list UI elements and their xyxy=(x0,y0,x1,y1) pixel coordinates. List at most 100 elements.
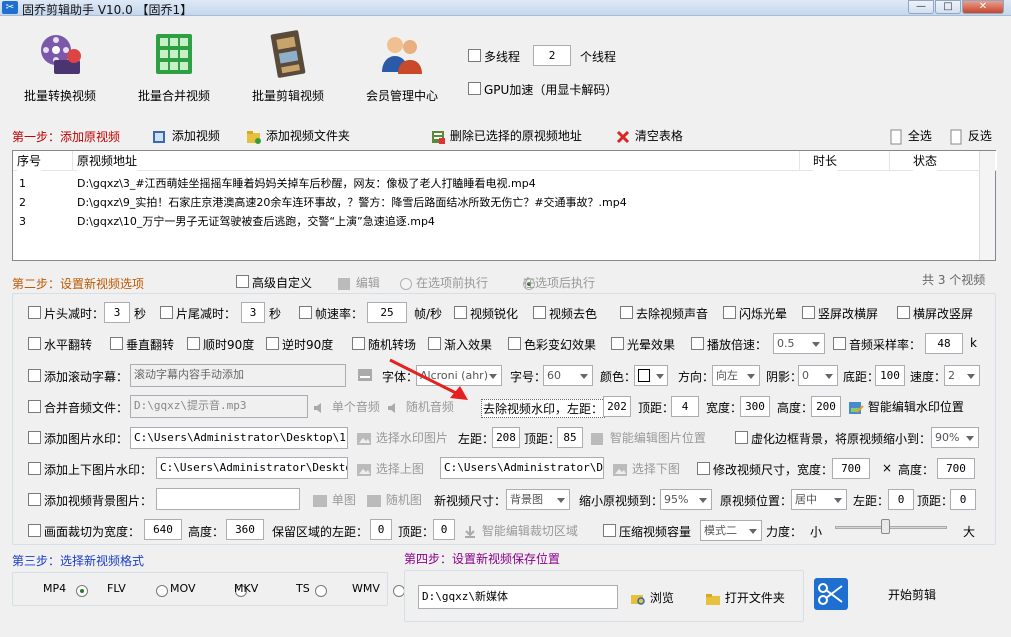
new-size-select[interactable]: 背景图 xyxy=(506,489,570,510)
maximize-button[interactable]: □ xyxy=(935,0,961,14)
bottom-input[interactable]: 100 xyxy=(875,365,905,386)
image-wm-checkbox[interactable] xyxy=(28,431,41,444)
compress-mode-select[interactable]: 模式二 xyxy=(700,520,762,541)
fps-input[interactable]: 25 xyxy=(367,302,407,323)
smart-crop-button[interactable]: 智能编辑裁切区域 xyxy=(462,522,578,540)
down-image-path[interactable]: C:\Users\Administrator\Desk xyxy=(440,457,604,479)
wm-height-input[interactable]: 200 xyxy=(811,396,841,417)
wm-left-input[interactable]: 202 xyxy=(603,396,631,417)
resize-width-input[interactable]: 700 xyxy=(832,458,870,479)
resize-height-input[interactable]: 700 xyxy=(937,458,975,479)
updown-wm-checkbox[interactable] xyxy=(28,462,41,475)
blur-scale-select[interactable]: 90% xyxy=(931,427,979,448)
up-image-path[interactable]: C:\Users\Administrator\Desktop\i xyxy=(156,457,348,479)
bg-top-input[interactable]: 0 xyxy=(950,489,976,510)
color-fx-checkbox[interactable] xyxy=(508,337,521,350)
color-picker[interactable] xyxy=(634,365,668,386)
edit-button[interactable]: 编辑 xyxy=(336,274,380,292)
h2v-checkbox[interactable] xyxy=(897,306,910,319)
img-left-input[interactable]: 208 xyxy=(492,427,520,448)
browse-button[interactable]: 浏览 xyxy=(630,589,674,607)
crop-width-input[interactable]: 640 xyxy=(144,519,182,540)
flash-checkbox[interactable] xyxy=(723,306,736,319)
resize-checkbox[interactable] xyxy=(697,462,710,475)
position-select[interactable]: 居中 xyxy=(791,489,847,510)
scroll-sub-input[interactable]: 滚动字幕内容手动添加 xyxy=(130,364,346,387)
invert-select-button[interactable]: 反选 xyxy=(948,127,992,145)
size-select[interactable]: 60 xyxy=(543,365,593,386)
sample-rate-input[interactable]: 48 xyxy=(925,333,963,354)
random-trans-checkbox[interactable] xyxy=(352,337,365,350)
pick-up-image-button[interactable]: 选择上图 xyxy=(356,460,424,478)
format-radio-mkv[interactable] xyxy=(314,584,327,597)
scroll-sub-checkbox[interactable] xyxy=(28,369,41,382)
batch-merge-button[interactable]: 批量合并视频 xyxy=(124,30,224,104)
rot-ccw-checkbox[interactable] xyxy=(266,337,279,350)
video-table[interactable]: 序号 原视频地址 时长 状态 1 D:\gqxz\3_#江西萌娃坐摇摇车睡着妈妈… xyxy=(12,150,997,261)
open-folder-button[interactable]: 打开文件夹 xyxy=(705,589,785,607)
wm-top-input[interactable]: 4 xyxy=(671,396,699,417)
thread-count-input[interactable]: 2 xyxy=(533,45,571,66)
pick-wm-image-button[interactable]: 选择水印图片 xyxy=(356,429,448,447)
direction-select[interactable]: 向左 xyxy=(712,365,760,386)
batch-convert-button[interactable]: 批量转换视频 xyxy=(10,30,110,104)
format-radio-mp4[interactable] xyxy=(76,584,89,597)
minimize-button[interactable]: — xyxy=(908,0,934,14)
pick-down-image-button[interactable]: 选择下图 xyxy=(612,460,680,478)
remove-audio-checkbox[interactable] xyxy=(620,306,633,319)
advanced-checkbox[interactable] xyxy=(236,275,249,288)
add-video-button[interactable]: 添加视频 xyxy=(152,127,220,145)
vflip-checkbox[interactable] xyxy=(110,337,123,350)
bg-image-path[interactable] xyxy=(156,488,300,510)
bg-image-checkbox[interactable] xyxy=(28,493,41,506)
merge-audio-checkbox[interactable] xyxy=(28,400,41,413)
table-scrollbar[interactable] xyxy=(979,151,995,260)
rot90-checkbox[interactable] xyxy=(187,337,200,350)
smart-img-pos-button[interactable]: 智能编辑图片位置 xyxy=(590,429,706,447)
delete-selected-button[interactable]: 删除已选择的原视频地址 xyxy=(430,127,582,145)
blur-bg-checkbox[interactable] xyxy=(735,431,748,444)
single-image-button[interactable]: 单图 xyxy=(312,491,356,509)
smart-watermark-button[interactable]: 智能编辑水印位置 xyxy=(848,398,964,416)
shadow-select[interactable]: 0 xyxy=(798,365,838,386)
start-edit-icon-button[interactable] xyxy=(814,578,848,610)
compress-slider-track[interactable] xyxy=(835,526,947,529)
speed-select[interactable]: 0.5 xyxy=(773,333,825,354)
img-top-input[interactable]: 85 xyxy=(557,427,583,448)
close-button[interactable]: ✕ xyxy=(962,0,1004,14)
table-row[interactable]: 2 D:\gqxz\9_实拍！石家庄京港澳高速20余车连环事故，？警方：降雪后路… xyxy=(13,194,979,212)
before-radio[interactable] xyxy=(400,277,412,290)
table-row[interactable]: 3 D:\gqxz\10_万宁一男子无证驾驶被查后逃跑，交警“上演”急速追逐.m… xyxy=(13,213,979,231)
halo-checkbox[interactable] xyxy=(611,337,624,350)
image-wm-path[interactable]: C:\Users\Administrator\Desktop\111.j xyxy=(130,427,348,449)
start-edit-button[interactable]: 开始剪辑 xyxy=(888,586,936,603)
multithread-checkbox[interactable] xyxy=(468,49,481,62)
decolor-checkbox[interactable] xyxy=(533,306,546,319)
compress-checkbox[interactable] xyxy=(603,524,616,537)
random-image-button[interactable]: 随机图 xyxy=(366,491,422,509)
head-cut-checkbox[interactable] xyxy=(28,306,41,319)
v2h-checkbox[interactable] xyxy=(802,306,815,319)
shrink-select[interactable]: 95% xyxy=(660,489,712,510)
bg-left-input[interactable]: 0 xyxy=(888,489,914,510)
compress-slider-thumb[interactable] xyxy=(881,519,890,534)
speed-checkbox[interactable] xyxy=(691,337,704,350)
select-all-button[interactable]: 全选 xyxy=(888,127,932,145)
crop-height-input[interactable]: 360 xyxy=(226,519,264,540)
format-radio-flv[interactable] xyxy=(156,584,169,597)
tail-cut-checkbox[interactable] xyxy=(160,306,173,319)
member-center-button[interactable]: 会员管理中心 xyxy=(352,30,452,104)
table-row[interactable]: 1 D:\gqxz\3_#江西萌娃坐摇摇车睡着妈妈关掉车后秒醒，网友：像极了老人… xyxy=(13,175,979,193)
save-path-input[interactable]: D:\gqxz\新媒体 xyxy=(418,585,618,609)
add-folder-button[interactable]: 添加视频文件夹 xyxy=(246,127,350,145)
head-cut-input[interactable]: 3 xyxy=(104,302,130,323)
sample-rate-checkbox[interactable] xyxy=(833,337,846,350)
fps-checkbox[interactable] xyxy=(299,306,312,319)
crop-checkbox[interactable] xyxy=(28,524,41,537)
single-audio-button[interactable]: 单个音频 xyxy=(312,398,380,416)
sharpen-checkbox[interactable] xyxy=(454,306,467,319)
audio-path-input[interactable]: D:\gqxz\提示音.mp3 xyxy=(130,395,308,418)
hflip-checkbox[interactable] xyxy=(28,337,41,350)
gpu-checkbox[interactable] xyxy=(468,82,481,95)
wm-width-input[interactable]: 300 xyxy=(740,396,770,417)
